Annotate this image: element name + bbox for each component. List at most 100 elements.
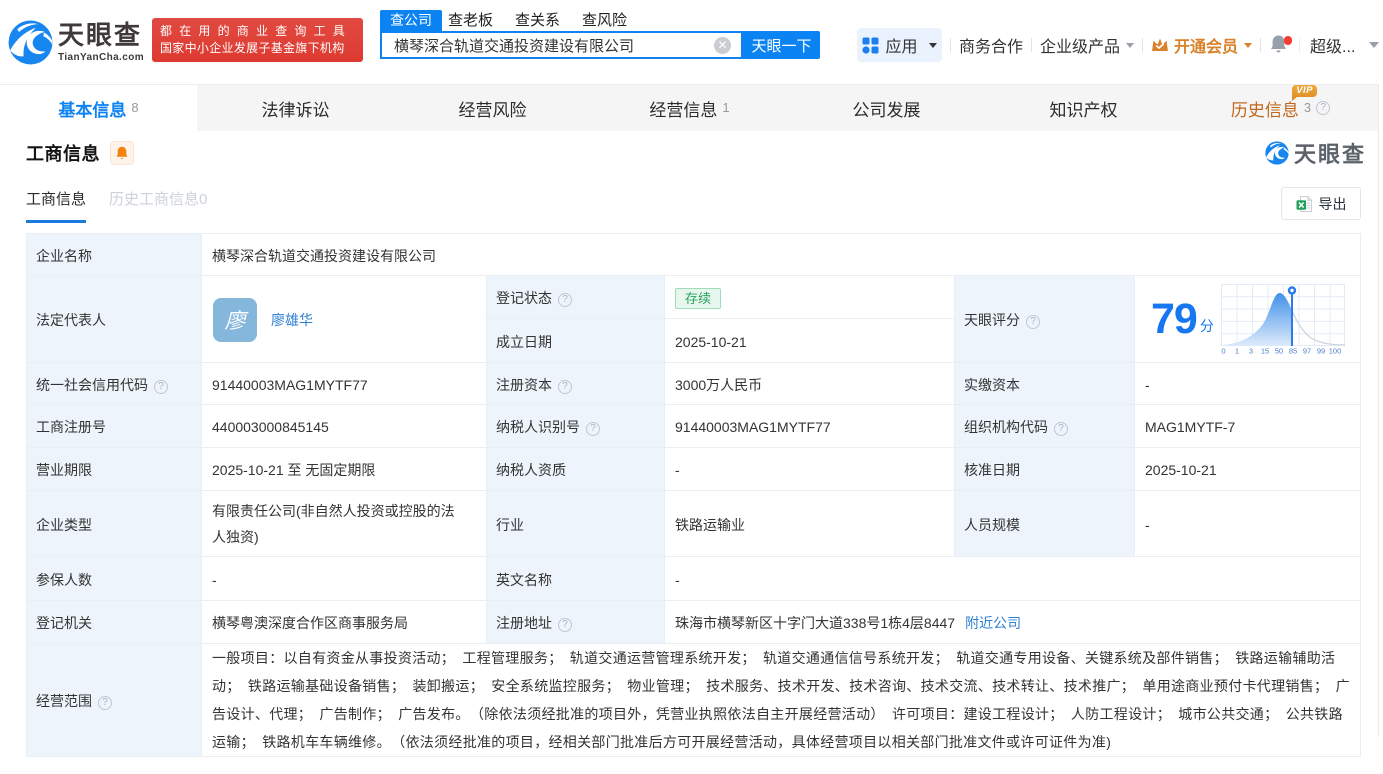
field-label: 实缴资本 [954, 362, 1135, 405]
field-label: 营业期限 [26, 447, 202, 491]
field-value: - [663, 556, 1362, 601]
score-curve-right [1291, 310, 1345, 346]
tab-label: 公司发展 [852, 100, 921, 120]
divider [1142, 38, 1144, 52]
svg-text:50: 50 [1275, 347, 1283, 355]
main-tabbar: 基本信息 8 法律诉讼 经营风险 经营信息 1 公司发展 知识产权 VIP 历史信息… [0, 84, 1379, 131]
apps-menu[interactable]: 应用 [857, 28, 942, 62]
subtab-history-business-info[interactable]: 历史工商信息0 [109, 188, 207, 223]
divider [1299, 38, 1301, 52]
apps-label: 应用 [885, 39, 918, 56]
header: 天眼查 TianYanCha.com 都在用的商业查询工具 国家中小企业发展子基… [0, 0, 1383, 84]
help-icon[interactable]: ? [558, 379, 572, 394]
field-value-text: 铁路运输业 [675, 516, 745, 533]
help-icon[interactable]: ? [98, 696, 112, 710]
tab-history-info[interactable]: VIP 历史信息 3? [1182, 85, 1379, 131]
chevron-down-icon [1126, 42, 1135, 48]
help-icon[interactable]: ? [586, 422, 600, 436]
tab-company-development[interactable]: 公司发展 [788, 85, 985, 131]
business-cooperation-link[interactable]: 商务合作 [959, 33, 1023, 57]
field-label-text: 法定代表人 [36, 312, 106, 328]
tab-count: 3 [1303, 99, 1312, 115]
svg-text:0: 0 [1221, 347, 1225, 355]
table-row: 法定代表人 廖 廖雄华 登记状态? 存续 天眼评分? 79 分 0 1 3 15… [26, 275, 1362, 363]
chevron-down-icon [928, 42, 937, 48]
help-icon[interactable]: ? [154, 379, 168, 394]
tab-intellectual-property[interactable]: 知识产权 [985, 85, 1182, 131]
field-value-text: 91440003MAG1MYTF77 [675, 419, 831, 435]
chevron-down-icon[interactable] [1369, 42, 1380, 48]
field-label-text: 工商注册号 [36, 419, 106, 435]
tab-count: 1 [722, 99, 730, 115]
watermark-text: 天眼查 [1293, 142, 1366, 167]
tab-basic-info[interactable]: 基本信息 8 [0, 85, 197, 131]
field-value: 91440003MAG1MYTF77 [664, 404, 955, 448]
divider [1031, 38, 1033, 52]
field-value-text: 440003000845145 [212, 419, 329, 435]
field-label-text: 经营范围 [36, 693, 92, 709]
field-label: 核准日期 [954, 447, 1135, 491]
avatar[interactable]: 廖 [213, 298, 257, 342]
table-row: 企业类型 有限责任公司(非自然人投资或控股的法人独资) 行业 铁路运输业 人员规… [26, 490, 1362, 557]
help-icon[interactable]: ? [1026, 315, 1040, 329]
super-vip-link[interactable]: 超级... [1310, 33, 1355, 57]
crown-icon [1152, 38, 1168, 51]
tianyancha-logo[interactable]: 天眼查 TianYanCha.com [6, 18, 144, 67]
enterprise-products-link[interactable]: 企业级产品 [1040, 33, 1135, 57]
field-value: 有限责任公司(非自然人投资或控股的法人独资) [201, 490, 487, 557]
table-row: 登记机关 横琴粤澳深度合作区商事服务局 注册地址? 珠海市横琴新区十字门大道33… [26, 600, 1362, 644]
field-value: 存续 [664, 275, 955, 319]
section-title-wrap: 工商信息 [26, 140, 134, 166]
export-label: 导出 [1318, 195, 1347, 212]
help-icon[interactable]: ? [1054, 422, 1068, 436]
field-value-text: - [1145, 516, 1150, 533]
tab-operation-info[interactable]: 经营信息 1 [591, 85, 788, 131]
field-label: 参保人数 [26, 556, 202, 601]
field-label-text: 营业期限 [36, 462, 92, 478]
field-value: 横琴深合轨道交通投资建设有限公司 [200, 233, 1362, 276]
search-button[interactable]: 天眼一下 [743, 31, 820, 59]
business-scope-text: 一般项目：以自有资金从事投资活动； 工程管理服务； 轨道交通运营管理系统开发； … [212, 650, 1350, 750]
excel-icon [1296, 195, 1312, 212]
field-label-text: 成立日期 [496, 333, 552, 350]
export-button[interactable]: 导出 [1281, 187, 1361, 220]
nearby-companies-link[interactable]: 附近公司 [965, 615, 1021, 631]
subtab-row: 工商信息 历史工商信息0 导出 [26, 187, 1361, 223]
help-icon[interactable]: ? [558, 618, 572, 632]
main-content: 工商信息 天眼查 工商信息 历史工商信息0 导出 企业名称 横琴深合轨道交通投资… [0, 139, 1383, 757]
tab-operation-risk[interactable]: 经营风险 [394, 85, 591, 131]
help-icon[interactable]: ? [1316, 101, 1331, 115]
tab-label: 基本信息 [58, 100, 127, 120]
table-row: 统一社会信用代码? 91440003MAG1MYTF77 注册资本? 3000万… [26, 362, 1362, 405]
field-label-text: 实缴资本 [964, 376, 1020, 393]
open-vip-link[interactable]: 开通会员 [1151, 33, 1253, 57]
subtab-business-info[interactable]: 工商信息 [26, 188, 87, 223]
field-value: 横琴粤澳深度合作区商事服务局 [201, 600, 487, 644]
field-label-text: 行业 [496, 516, 524, 533]
field-value-text: 横琴粤澳深度合作区商事服务局 [212, 615, 408, 631]
legal-rep-cell: 廖 廖雄华 [212, 298, 478, 342]
notification-bell[interactable] [1269, 34, 1293, 56]
tab-legal-litigation[interactable]: 法律诉讼 [197, 85, 394, 131]
score-cell: 79 分 0 1 3 15 50 85 97 99 100 [1133, 275, 1362, 363]
clear-search-icon[interactable]: ✕ [714, 36, 731, 54]
header-menu: 应用 商务合作 企业级产品 开通会员 超级... [857, 28, 1380, 62]
help-icon[interactable]: ? [558, 293, 572, 307]
search-tab-risk[interactable]: 查风险 [571, 10, 638, 31]
slogan-line1: 都在用的商业查询工具 [160, 24, 353, 38]
field-value-text: 2025-10-21 至 无固定期限 [212, 462, 376, 478]
search-tab-relation[interactable]: 查关系 [504, 10, 571, 31]
subscribe-bell-button[interactable] [110, 141, 134, 165]
legal-representative-link[interactable]: 廖雄华 [271, 310, 313, 330]
search-tab-company[interactable]: 查公司 [380, 10, 442, 31]
search-tab-boss[interactable]: 查老板 [442, 10, 504, 31]
search-input[interactable]: 横琴深合轨道交通投资建设有限公司 ✕ [380, 31, 743, 59]
svg-text:1: 1 [1235, 347, 1239, 355]
field-label-text: 企业类型 [36, 516, 92, 533]
tab-label: 知识产权 [1049, 100, 1118, 120]
score-curve-fill [1220, 293, 1292, 346]
field-value: 91440003MAG1MYTF77 [201, 362, 487, 405]
slogan-line2: 国家中小企业发展子基金旗下机构 [160, 41, 345, 55]
table-row: 营业期限 2025-10-21 至 无固定期限 纳税人资质 - 核准日期 202… [26, 447, 1362, 491]
field-label-text: 登记机关 [36, 615, 92, 631]
